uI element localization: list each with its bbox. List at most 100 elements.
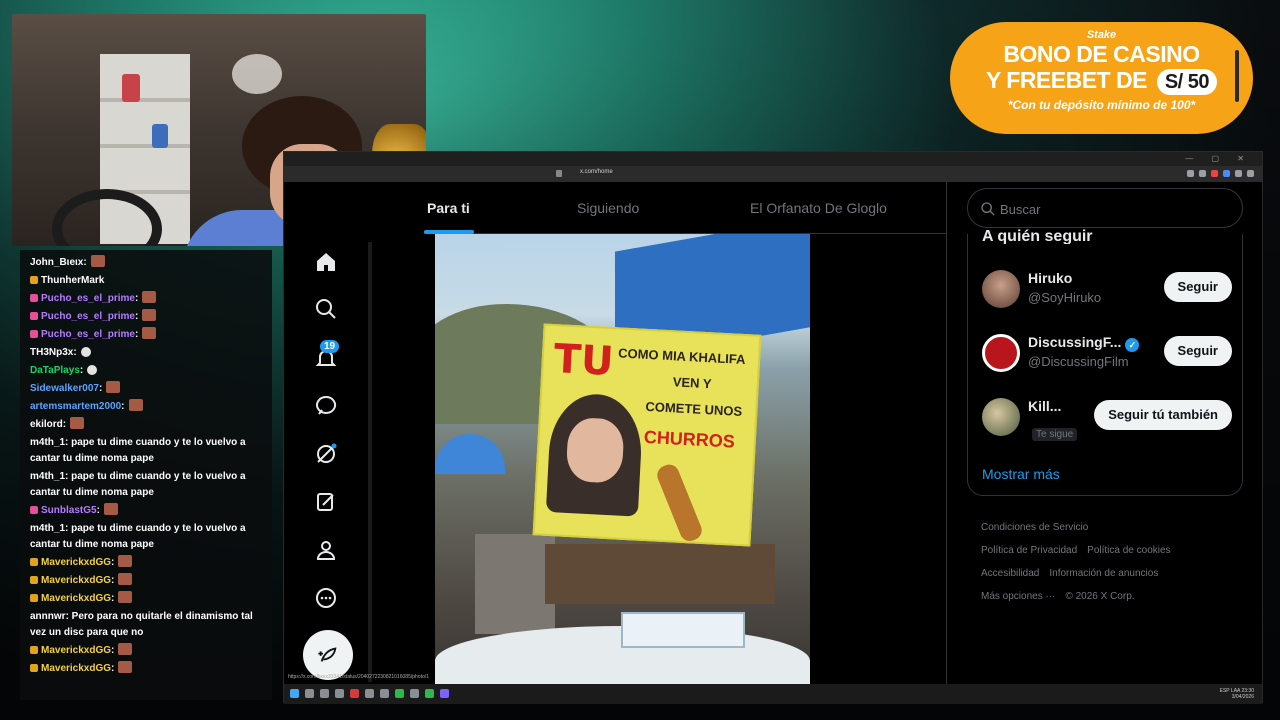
footer-link[interactable]: Política de cookies <box>1087 545 1170 556</box>
chat-username[interactable]: MaverickxdGG <box>41 663 111 674</box>
footer-link[interactable]: Más opciones ··· <box>981 591 1055 602</box>
file-explorer-icon[interactable] <box>335 689 344 698</box>
profile-icon[interactable] <box>312 536 340 564</box>
follow-suggestion[interactable]: Hiruko @SoyHiruko Seguir <box>982 266 1232 314</box>
scrollbar[interactable] <box>368 242 372 682</box>
discord-icon[interactable] <box>440 689 449 698</box>
chat-message: Sidewalker007: <box>20 380 272 398</box>
home-icon[interactable] <box>312 248 340 276</box>
app-icon[interactable] <box>425 689 434 698</box>
app-icon[interactable] <box>365 689 374 698</box>
extension-icon[interactable] <box>1223 170 1230 177</box>
chat-username[interactable]: m4th_1 <box>30 471 65 482</box>
follow-button[interactable]: Seguir <box>1163 336 1232 366</box>
follow-suggestion[interactable]: Kill... Te sigue Seguir tú también <box>982 394 1232 442</box>
app-icon[interactable] <box>380 689 389 698</box>
extension-icon[interactable] <box>1235 170 1242 177</box>
app-icon[interactable] <box>395 689 404 698</box>
chat-username[interactable]: m4th_1 <box>30 437 65 448</box>
chat-username[interactable]: Pucho_es_el_prime <box>41 293 135 304</box>
sub-badge-icon <box>30 330 38 338</box>
chat-username[interactable]: artemsmartem2000 <box>30 401 121 412</box>
footer-link[interactable]: Información de anuncios <box>1049 568 1158 579</box>
chat-username[interactable]: ThunherMark <box>41 275 104 286</box>
window-controls[interactable]: — ▢ ✕ <box>1185 154 1252 163</box>
account-name-text: DiscussingF... <box>1028 334 1122 350</box>
address-bar[interactable]: x.com/home <box>284 166 1262 182</box>
chat-username[interactable]: Sidewalker007 <box>30 383 99 394</box>
avatar[interactable] <box>982 398 1020 436</box>
chat-username[interactable]: annnwr <box>30 611 66 622</box>
chat-message: m4th_1: pape tu dime cuando y te lo vuel… <box>20 468 272 502</box>
chat-username[interactable]: MaverickxdGG <box>41 593 111 604</box>
chat-username[interactable]: MaverickxdGG <box>41 557 111 568</box>
follow-back-button[interactable]: Seguir tú también <box>1094 400 1232 430</box>
banner-line-4: CHURROS <box>643 426 736 452</box>
chat-emote-icon <box>118 661 133 673</box>
footer-link[interactable]: Accesibilidad <box>981 568 1039 579</box>
account-handle[interactable]: @DiscussingFilm <box>1028 354 1129 369</box>
chat-username[interactable]: MaverickxdGG <box>41 575 111 586</box>
chat-username[interactable]: Pucho_es_el_prime <box>41 329 135 340</box>
tab-para-ti[interactable]: Para ti <box>427 200 470 216</box>
more-icon[interactable] <box>312 584 340 612</box>
browser-icon[interactable] <box>350 689 359 698</box>
task-view-icon[interactable] <box>320 689 329 698</box>
chat-username[interactable]: m4th_1 <box>30 523 65 534</box>
chat-emote-icon <box>142 291 157 303</box>
post-button[interactable] <box>303 630 353 680</box>
account-name[interactable]: Hiruko <box>1028 270 1072 286</box>
account-name[interactable]: DiscussingF... ✓ <box>1028 334 1140 352</box>
search-icon[interactable] <box>312 295 340 323</box>
menu-icon[interactable] <box>1247 170 1254 177</box>
taskbar: ESP LAA 23:30 3/04/2026 <box>284 684 1262 704</box>
copyright: © 2026 X Corp. <box>1065 591 1135 602</box>
chat-username[interactable]: DaTaPlays <box>30 365 80 376</box>
grok-icon[interactable] <box>312 440 340 468</box>
photo-stall <box>545 544 775 604</box>
chat-username[interactable]: John_Bιeιx <box>30 257 83 268</box>
tab-orfanato[interactable]: El Orfanato De Gloglo <box>750 200 887 216</box>
search-box[interactable]: Buscar <box>967 188 1243 228</box>
windows-start-icon[interactable] <box>290 689 299 698</box>
chat-username[interactable]: SunblastG5 <box>41 505 97 516</box>
follow-button[interactable]: Seguir <box>1163 272 1232 302</box>
avatar[interactable] <box>982 270 1020 308</box>
chat-message: DaTaPlays: <box>20 362 272 380</box>
show-more-link[interactable]: Mostrar más <box>982 466 1060 482</box>
account-handle[interactable]: @SoyHiruko <box>1028 290 1101 305</box>
extension-icon[interactable] <box>1199 170 1206 177</box>
extension-icon[interactable] <box>1187 170 1194 177</box>
tab-siguiendo[interactable]: Siguiendo <box>577 200 639 216</box>
follow-suggestion[interactable]: DiscussingF... ✓ @DiscussingFilm Seguir <box>982 330 1232 378</box>
search-placeholder[interactable]: Buscar <box>1000 202 1040 217</box>
lamp <box>232 54 282 94</box>
clock-date[interactable]: 3/04/2026 <box>1232 694 1254 700</box>
post-photo[interactable]: TU COMO MIA KHALIFA VEN Y COMETE UNOS CH… <box>435 234 810 684</box>
avatar[interactable] <box>982 334 1020 372</box>
site-info-icon[interactable] <box>556 170 562 177</box>
chat-username[interactable]: TH3Np3x <box>30 347 73 358</box>
stake-ad-banner[interactable]: Stake BONO DE CASINO Y FREEBET DE S/ 50 … <box>950 22 1253 134</box>
right-sidebar: Buscar A quién seguir Hiruko @SoyHiruko … <box>946 182 1264 688</box>
chat-username[interactable]: MaverickxdGG <box>41 645 111 656</box>
chat-message: Pucho_es_el_prime: <box>20 326 272 344</box>
chat-username[interactable]: ekilord <box>30 419 63 430</box>
footer-link[interactable]: Condiciones de Servicio <box>981 522 1088 533</box>
drafts-icon[interactable] <box>312 488 340 516</box>
chat-username[interactable]: Pucho_es_el_prime <box>41 311 135 322</box>
search-icon <box>981 202 995 216</box>
chat-emote-icon <box>90 255 105 267</box>
search-icon[interactable] <box>305 689 314 698</box>
messages-icon[interactable] <box>312 392 340 420</box>
stream-chat: John_Bιeιx: ThunherMark Pucho_es_el_prime:… <box>20 250 272 700</box>
system-tray[interactable]: ESP LAA 23:30 3/04/2026 <box>1220 688 1254 700</box>
banner-churro <box>654 461 705 545</box>
chat-emote-icon <box>118 555 133 567</box>
brave-shield-icon[interactable] <box>1211 170 1218 177</box>
url-text[interactable]: x.com/home <box>580 169 613 175</box>
account-name[interactable]: Kill... <box>1028 398 1061 414</box>
footer-link[interactable]: Política de Privacidad <box>981 545 1077 556</box>
app-icon[interactable] <box>410 689 419 698</box>
chat-text: : <box>111 557 115 568</box>
